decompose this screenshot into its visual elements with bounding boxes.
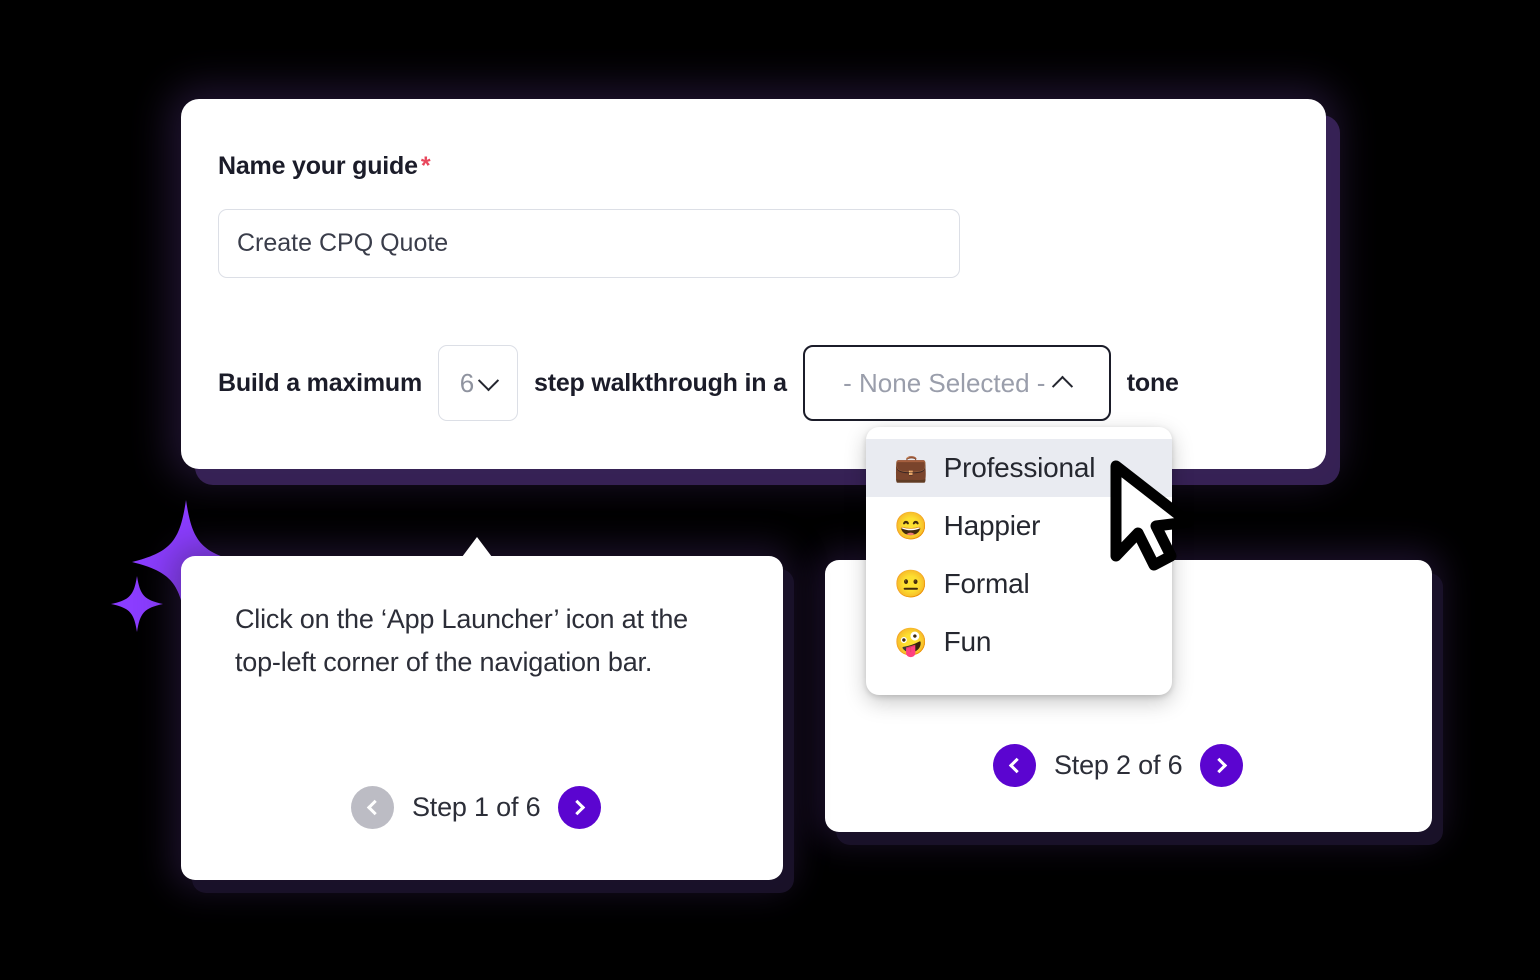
- chevron-down-icon: [478, 369, 500, 391]
- neutral-face-icon: 😐: [894, 568, 928, 599]
- previous-step-button-1[interactable]: [351, 786, 394, 829]
- tone-dropdown-menu: 💼 Professional 😄 Happier 😐 Formal 🤪 Fun: [866, 427, 1172, 695]
- max-steps-select[interactable]: 6: [438, 345, 518, 421]
- tone-selected-value: - None Selected -: [843, 367, 1046, 398]
- screen-root: Name your guide* Build a maximum 6 step …: [0, 0, 1540, 980]
- tone-option-professional[interactable]: 💼 Professional: [866, 439, 1172, 497]
- required-asterisk: *: [420, 152, 431, 180]
- tone-option-happier[interactable]: 😄 Happier: [866, 497, 1172, 555]
- tooltip-text-1: Click on the ‘App Launcher’ icon at the …: [235, 604, 688, 677]
- sentence-suffix-text: tone: [1126, 368, 1179, 397]
- chevron-up-icon: [1052, 375, 1074, 397]
- next-step-button-1[interactable]: [558, 786, 602, 829]
- tone-option-label: Formal: [943, 568, 1030, 599]
- previous-step-button-2[interactable]: [993, 744, 1036, 787]
- tone-option-label: Professional: [943, 452, 1096, 483]
- briefcase-icon: 💼: [894, 452, 928, 483]
- grinning-face-icon: 😄: [894, 510, 928, 541]
- chevron-left-icon: [1008, 757, 1025, 774]
- chevron-right-icon: [570, 799, 586, 816]
- guide-name-label-text: Name your guide: [218, 152, 418, 180]
- step-counter-1: Step 1 of 6: [412, 792, 541, 822]
- guide-name-label: Name your guide *: [218, 152, 431, 181]
- sentence-middle-text: step walkthrough in a: [534, 368, 787, 397]
- step-navigation-2: Step 2 of 6: [993, 744, 1244, 787]
- chevron-left-icon: [366, 799, 383, 816]
- walkthrough-config-row: Build a maximum 6 step walkthrough in a …: [218, 345, 1179, 421]
- tooltip-pointer: [462, 537, 492, 557]
- chevron-right-icon: [1212, 757, 1228, 774]
- tone-option-label: Happier: [943, 510, 1041, 541]
- step-tooltip-card-1: Click on the ‘App Launcher’ icon at the …: [181, 537, 783, 880]
- step-navigation-1: Step 1 of 6: [351, 786, 602, 829]
- tone-option-formal[interactable]: 😐 Formal: [866, 555, 1172, 613]
- zany-face-icon: 🤪: [894, 626, 928, 657]
- guide-name-input[interactable]: [218, 209, 960, 278]
- sentence-prefix-text: Build a maximum: [218, 368, 422, 397]
- tone-select[interactable]: - None Selected -: [802, 345, 1111, 421]
- tone-option-label: Fun: [943, 626, 992, 657]
- step-counter-2: Step 2 of 6: [1054, 750, 1183, 780]
- next-step-button-2[interactable]: [1200, 744, 1244, 787]
- tone-option-fun[interactable]: 🤪 Fun: [866, 613, 1172, 671]
- max-steps-value: 6: [459, 367, 475, 398]
- guide-settings-card: Name your guide* Build a maximum 6 step …: [181, 99, 1326, 469]
